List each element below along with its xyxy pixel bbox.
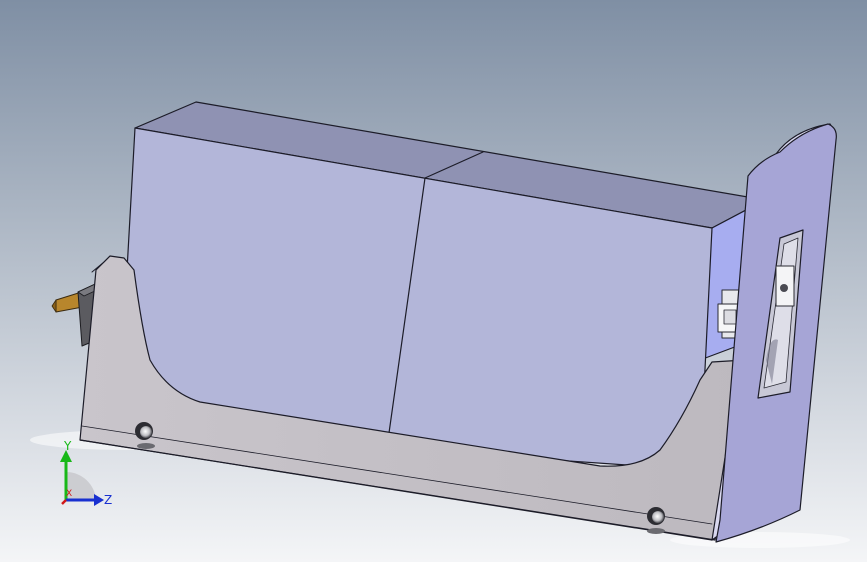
z-axis-label: Z [104, 493, 112, 507]
slot-switch-knob [780, 284, 788, 292]
y-axis-label: Y [63, 439, 72, 453]
mounting-hole-right[interactable] [647, 507, 665, 534]
x-axis-label: X [66, 489, 72, 499]
cad-model-scene[interactable]: Y Z X [0, 0, 867, 562]
cad-3d-viewport[interactable]: Y Z X [0, 0, 867, 562]
